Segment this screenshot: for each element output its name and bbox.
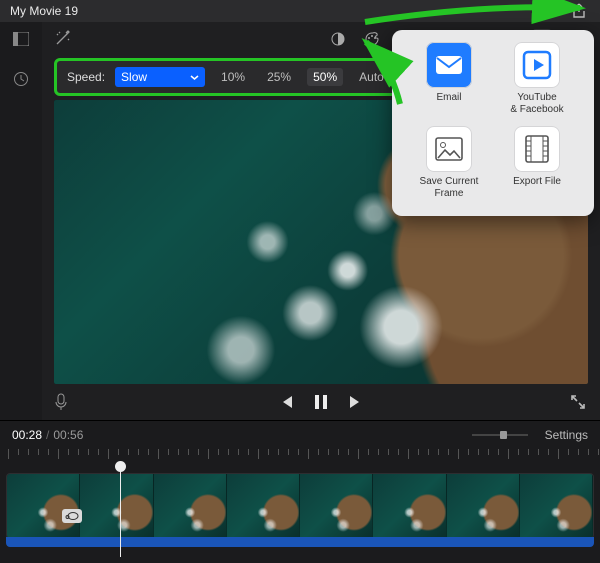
share-label: Save Current Frame <box>414 176 484 200</box>
share-icon[interactable] <box>572 3 586 19</box>
sidebar-toggle-icon[interactable] <box>0 22 42 56</box>
video-clip[interactable] <box>6 473 594 539</box>
speed-50[interactable]: 50% <box>307 68 343 86</box>
time-total: 00:56 <box>53 428 83 442</box>
share-popover: Email YouTube & Facebook Save Current Fr… <box>392 30 594 216</box>
film-icon <box>514 126 560 172</box>
time-current: 00:28 <box>12 428 42 442</box>
app-window: My Movie 19 Speed: <box>0 0 600 563</box>
share-save-frame[interactable]: Save Current Frame <box>414 126 484 200</box>
share-email[interactable]: Email <box>414 42 484 116</box>
contrast-icon[interactable] <box>328 29 348 49</box>
share-export-file[interactable]: Export File <box>502 126 572 200</box>
settings-button[interactable]: Settings <box>545 428 588 442</box>
ruler[interactable] <box>0 449 600 465</box>
speed-selected: Slow <box>121 70 147 84</box>
speed-label: Speed: <box>67 70 105 84</box>
speed-25[interactable]: 25% <box>261 68 297 86</box>
speed-10[interactable]: 10% <box>215 68 251 86</box>
prev-button[interactable] <box>278 394 294 410</box>
title-bar: My Movie 19 <box>0 0 600 23</box>
zoom-slider[interactable] <box>472 431 528 439</box>
speed-auto[interactable]: Auto <box>353 68 390 86</box>
magic-wand-icon[interactable] <box>54 29 72 47</box>
chevron-down-icon <box>190 73 199 82</box>
audio-track[interactable] <box>6 537 594 547</box>
share-label: Export File <box>513 176 561 188</box>
speed-dropdown[interactable]: Slow <box>115 67 205 87</box>
fullscreen-icon[interactable] <box>570 394 586 410</box>
timeline-header: 00:28 / 00:56 Settings <box>0 421 600 449</box>
transport-bar <box>42 384 600 420</box>
slow-badge-icon <box>62 509 82 523</box>
image-icon <box>426 126 472 172</box>
share-youtube-facebook[interactable]: YouTube & Facebook <box>502 42 572 116</box>
play-icon <box>514 42 560 88</box>
timeline[interactable] <box>0 467 600 557</box>
playhead[interactable] <box>120 467 121 557</box>
sidebar-clock-icon[interactable] <box>0 62 42 96</box>
palette-icon[interactable] <box>362 29 382 49</box>
pause-button[interactable] <box>314 394 328 410</box>
share-label: YouTube & Facebook <box>510 92 563 116</box>
share-label: Email <box>436 92 461 104</box>
timeline-panel: 00:28 / 00:56 Settings <box>0 420 600 563</box>
mic-icon[interactable] <box>54 393 68 411</box>
next-button[interactable] <box>348 394 364 410</box>
project-title: My Movie 19 <box>10 4 78 18</box>
mail-icon <box>426 42 472 88</box>
